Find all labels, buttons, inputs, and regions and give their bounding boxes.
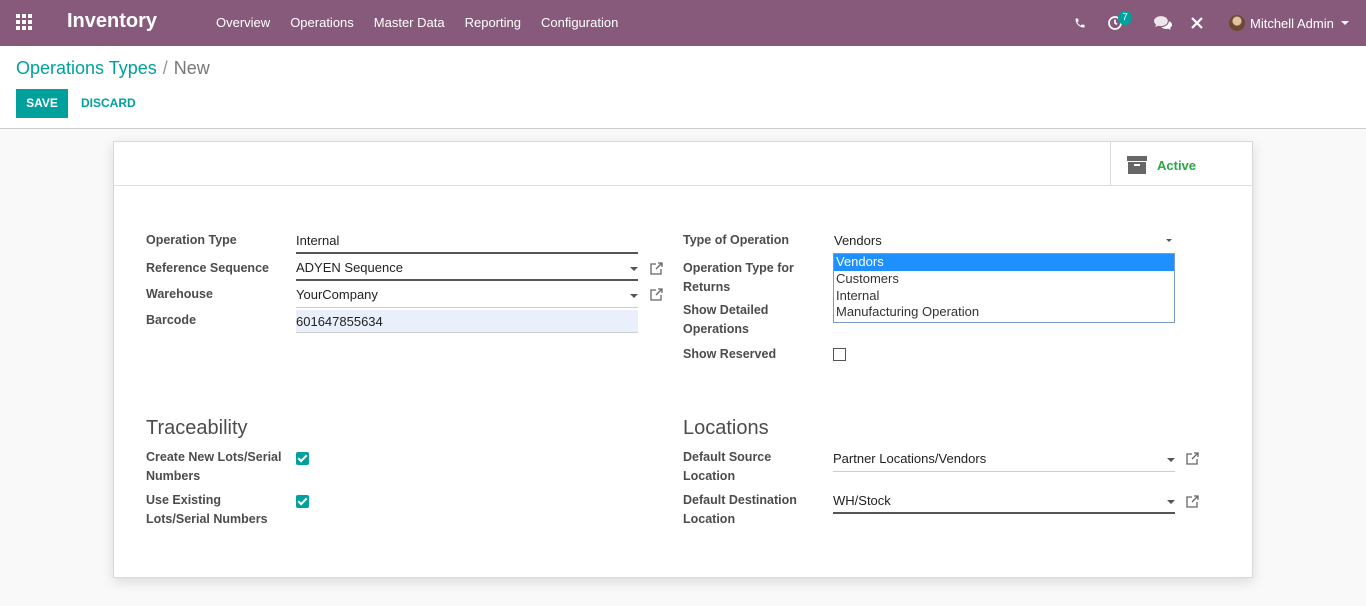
menu-item-overview[interactable]: Overview: [206, 0, 280, 46]
user-menu[interactable]: Mitchell Admin: [1229, 0, 1359, 46]
create-lots-label: Create New Lots/Serial Numbers: [146, 448, 281, 486]
close-cross-icon[interactable]: [1189, 0, 1205, 46]
operation-type-value: Internal: [296, 233, 340, 248]
menu-item-operations[interactable]: Operations: [280, 0, 364, 46]
option-internal[interactable]: Internal: [834, 288, 1174, 305]
external-link-icon[interactable]: [1186, 452, 1199, 465]
active-label: Active: [1157, 158, 1197, 173]
show-reserved-checkbox[interactable]: [833, 348, 846, 361]
return-type-label-line2: Returns: [683, 280, 731, 294]
use-existing-checkbox[interactable]: [296, 495, 309, 508]
menu-item-reporting[interactable]: Reporting: [455, 0, 531, 46]
phone-icon[interactable]: [1072, 0, 1088, 46]
use-existing-label-line2: Lots/Serial Numbers: [146, 512, 268, 526]
discard-button[interactable]: DISCARD: [81, 89, 136, 118]
create-lots-label-line2: Numbers: [146, 469, 201, 483]
type-of-operation-label: Type of Operation: [683, 233, 790, 247]
external-link-icon[interactable]: [650, 288, 663, 301]
type-of-operation-value: Vendors: [834, 233, 882, 248]
option-vendors[interactable]: Vendors: [834, 254, 1174, 271]
traceability-title: Traceability: [146, 417, 248, 439]
show-reserved-label: Show Reserved: [683, 347, 777, 361]
type-of-operation-select[interactable]: Vendors: [833, 228, 1175, 254]
breadcrumb-current: New: [173, 58, 210, 78]
apps-grid-icon[interactable]: [16, 14, 34, 32]
caret-down-icon: [630, 267, 638, 271]
operation-type-label: Operation Type: [146, 233, 237, 247]
default-source-label-line1: Default Source: [683, 450, 772, 464]
form-sheet: Active Operation Type Internal Reference…: [113, 141, 1253, 578]
default-dest-label-line2: Location: [683, 512, 736, 526]
reference-sequence-select[interactable]: ADYEN Sequence: [296, 255, 638, 281]
avatar: [1229, 15, 1245, 31]
show-detailed-label: Show Detailed Operations: [683, 301, 768, 339]
create-lots-label-line1: Create New Lots/Serial: [146, 450, 282, 464]
external-link-icon[interactable]: [1186, 495, 1199, 508]
use-existing-label: Use Existing Lots/Serial Numbers: [146, 491, 268, 529]
barcode-input[interactable]: 601647855634: [296, 310, 638, 333]
warehouse-label: Warehouse: [146, 287, 213, 301]
reference-sequence-label: Reference Sequence: [146, 261, 269, 275]
caret-down-icon: [1166, 239, 1172, 242]
caret-down-icon: [630, 294, 638, 298]
archive-box-icon: [1127, 156, 1147, 174]
caret-down-icon: [1167, 458, 1175, 462]
create-lots-checkbox[interactable]: [296, 452, 309, 465]
warehouse-select[interactable]: YourCompany: [296, 282, 638, 308]
show-detailed-label-line2: Operations: [683, 322, 749, 336]
default-source-value: Partner Locations/Vendors: [833, 451, 987, 466]
show-detailed-label-line1: Show Detailed: [683, 303, 769, 317]
breadcrumb-separator: /: [162, 58, 168, 78]
return-type-label: Operation Type for Returns: [683, 259, 794, 297]
notification-badge: 7: [1118, 11, 1132, 25]
default-source-label: Default Source Location: [683, 448, 771, 486]
main-menu: Overview Operations Master Data Reportin…: [206, 0, 628, 46]
chat-icon[interactable]: [1153, 0, 1173, 46]
default-dest-label-line1: Default Destination: [683, 493, 797, 507]
caret-down-icon: [1167, 500, 1175, 504]
return-type-label-line1: Operation Type for: [683, 261, 794, 275]
operation-type-input[interactable]: Internal: [296, 228, 638, 254]
menu-item-configuration[interactable]: Configuration: [531, 0, 628, 46]
locations-title: Locations: [683, 417, 769, 439]
option-manufacturing-operation[interactable]: Manufacturing Operation: [834, 304, 1174, 321]
option-customers[interactable]: Customers: [834, 271, 1174, 288]
control-panel: Operations Types / New SAVE DISCARD: [0, 46, 1366, 129]
user-name: Mitchell Admin: [1250, 15, 1334, 31]
breadcrumb: Operations Types / New: [16, 58, 210, 79]
default-dest-label: Default Destination Location: [683, 491, 797, 529]
menu-item-master-data[interactable]: Master Data: [364, 0, 455, 46]
active-toggle-button[interactable]: Active: [1110, 142, 1252, 186]
use-existing-label-line1: Use Existing: [146, 493, 222, 507]
barcode-label: Barcode: [146, 313, 197, 327]
activity-clock-icon[interactable]: 7: [1105, 0, 1132, 46]
external-link-icon[interactable]: [650, 262, 663, 275]
type-of-operation-dropdown: Vendors Customers Internal Manufacturing…: [833, 253, 1175, 323]
app-brand[interactable]: Inventory: [67, 10, 157, 33]
top-navbar: Inventory Overview Operations Master Dat…: [0, 0, 1366, 46]
caret-down-icon: [1340, 21, 1349, 25]
default-source-select[interactable]: Partner Locations/Vendors: [833, 446, 1175, 472]
save-button[interactable]: SAVE: [16, 89, 68, 118]
barcode-value: 601647855634: [296, 314, 383, 329]
default-dest-select[interactable]: WH/Stock: [833, 488, 1175, 514]
reference-sequence-value: ADYEN Sequence: [296, 260, 403, 275]
default-source-label-line2: Location: [683, 469, 736, 483]
warehouse-value: YourCompany: [296, 287, 378, 302]
button-box: Active: [114, 142, 1252, 186]
breadcrumb-parent[interactable]: Operations Types: [16, 58, 157, 78]
default-dest-value: WH/Stock: [833, 493, 891, 508]
